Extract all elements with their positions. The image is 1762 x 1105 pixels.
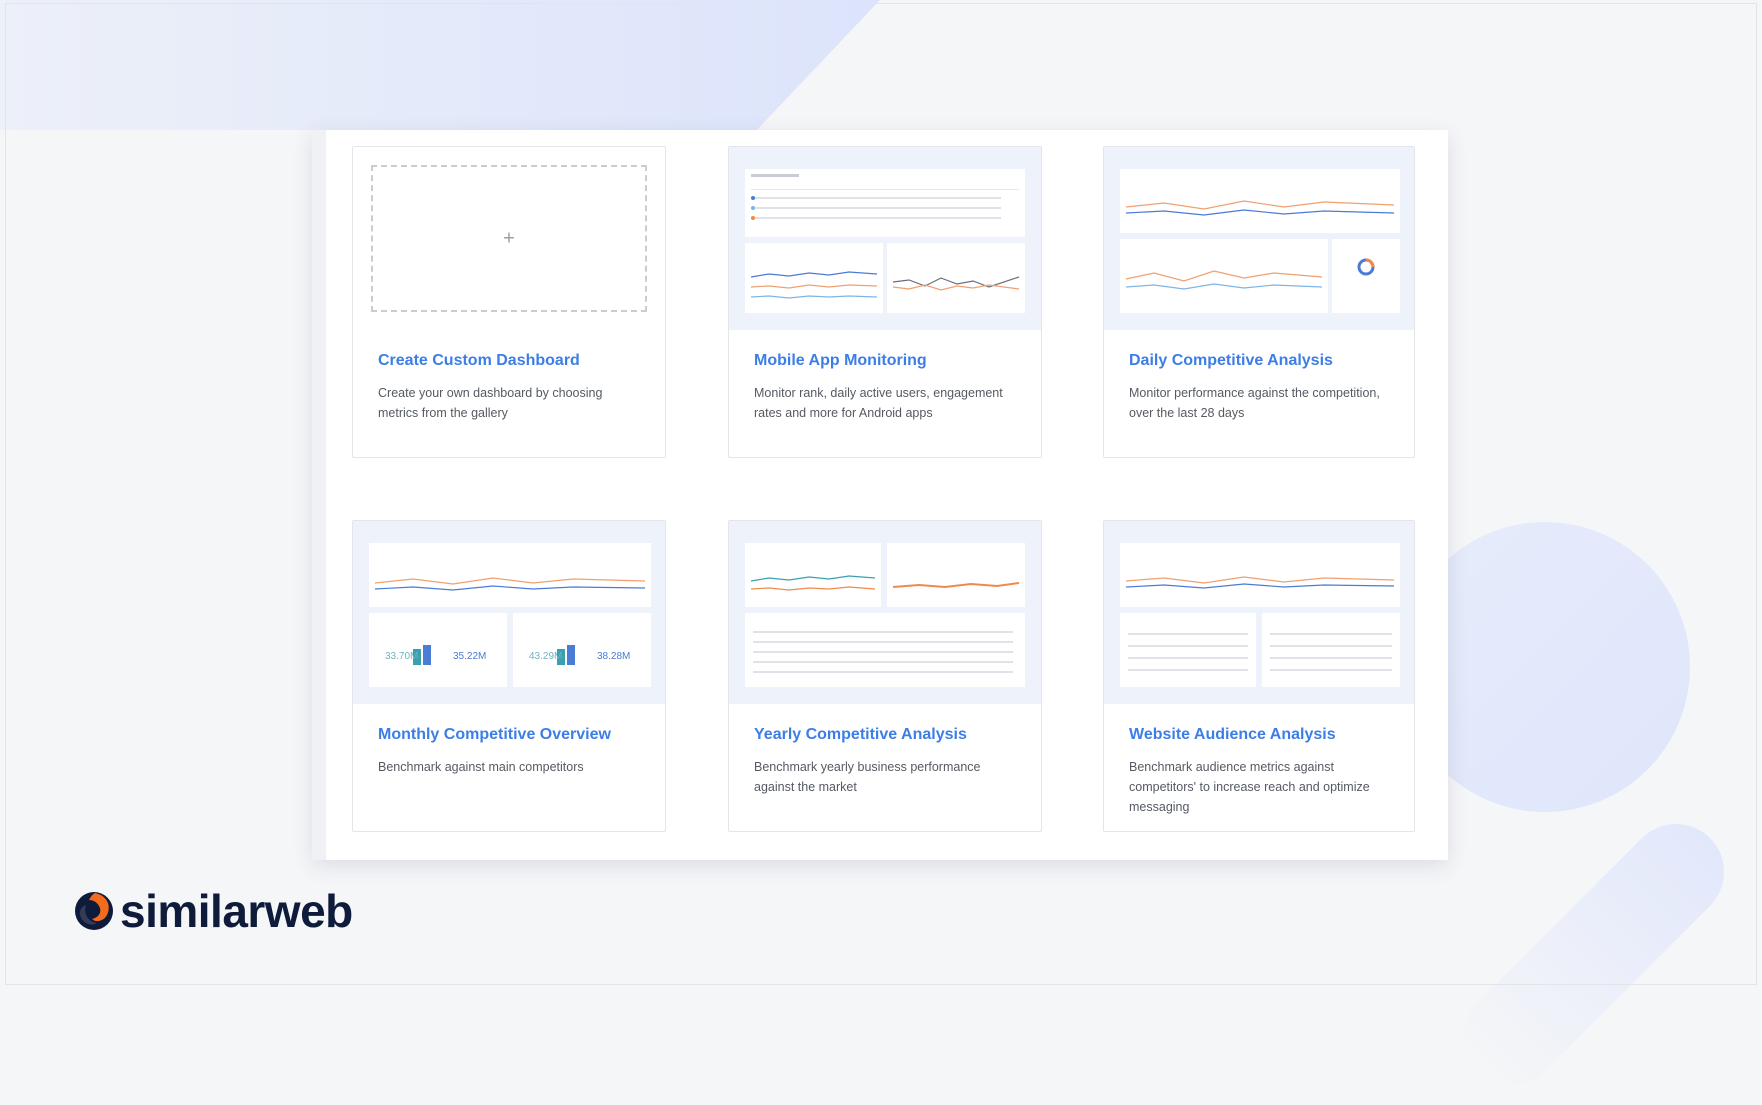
card-description: Monitor performance against the competit… bbox=[1129, 386, 1380, 420]
card-title[interactable]: Mobile App Monitoring bbox=[754, 352, 927, 370]
thumbnail-preview bbox=[1120, 543, 1400, 687]
card-create-custom-dashboard[interactable]: + Create Custom Dashboard Create your ow… bbox=[352, 146, 666, 458]
thumbnail-preview bbox=[369, 543, 651, 687]
card-title[interactable]: Daily Competitive Analysis bbox=[1129, 352, 1333, 370]
plus-icon[interactable]: + bbox=[503, 227, 515, 250]
dashboard-gallery-panel: + Create Custom Dashboard Create your ow… bbox=[312, 130, 1448, 860]
card-title[interactable]: Create Custom Dashboard bbox=[378, 352, 580, 370]
metric-value: 38.28M bbox=[597, 651, 631, 662]
background-shape-top bbox=[0, 0, 880, 130]
card-thumbnail bbox=[729, 521, 1041, 704]
background-stroke bbox=[1442, 804, 1744, 1105]
similarweb-logo: similarweb bbox=[74, 884, 353, 938]
thumbnail-preview bbox=[1120, 169, 1400, 313]
thumbnail-preview bbox=[745, 543, 1025, 687]
card-thumbnail bbox=[729, 147, 1041, 330]
card-thumbnail bbox=[1104, 521, 1414, 704]
card-description: Benchmark against main competitors bbox=[378, 760, 584, 774]
metric-value: 33.70M bbox=[385, 651, 419, 662]
metric-value: 35.22M bbox=[453, 651, 487, 662]
card-mobile-app-monitoring[interactable]: Mobile App Monitoring Monitor rank, dail… bbox=[728, 146, 1042, 458]
card-daily-competitive-analysis[interactable]: Daily Competitive Analysis Monitor perfo… bbox=[1103, 146, 1415, 458]
card-description: Create your own dashboard by choosing me… bbox=[378, 386, 603, 420]
brand-name: similarweb bbox=[120, 885, 353, 937]
card-thumbnail: 33.70M 35.22M 43.29M 38.28M bbox=[353, 521, 665, 704]
card-yearly-competitive-analysis[interactable]: Yearly Competitive Analysis Benchmark ye… bbox=[728, 520, 1042, 832]
thumbnail-preview bbox=[745, 169, 1025, 313]
card-monthly-competitive-overview[interactable]: 33.70M 35.22M 43.29M 38.28M Monthly Comp… bbox=[352, 520, 666, 832]
card-description: Benchmark yearly business performance ag… bbox=[754, 760, 981, 794]
card-thumbnail: + bbox=[353, 147, 665, 330]
dashed-dropzone[interactable]: + bbox=[371, 165, 647, 312]
card-title[interactable]: Website Audience Analysis bbox=[1129, 726, 1336, 744]
card-title[interactable]: Yearly Competitive Analysis bbox=[754, 726, 967, 744]
panel-scroll-edge bbox=[312, 130, 326, 860]
card-description: Monitor rank, daily active users, engage… bbox=[754, 386, 1003, 420]
card-description: Benchmark audience metrics against compe… bbox=[1129, 760, 1370, 814]
similarweb-logo-icon bbox=[75, 892, 113, 930]
card-title[interactable]: Monthly Competitive Overview bbox=[378, 726, 611, 744]
card-website-audience-analysis[interactable]: Website Audience Analysis Benchmark audi… bbox=[1103, 520, 1415, 832]
card-thumbnail bbox=[1104, 147, 1414, 330]
metric-value: 43.29M bbox=[529, 651, 563, 662]
